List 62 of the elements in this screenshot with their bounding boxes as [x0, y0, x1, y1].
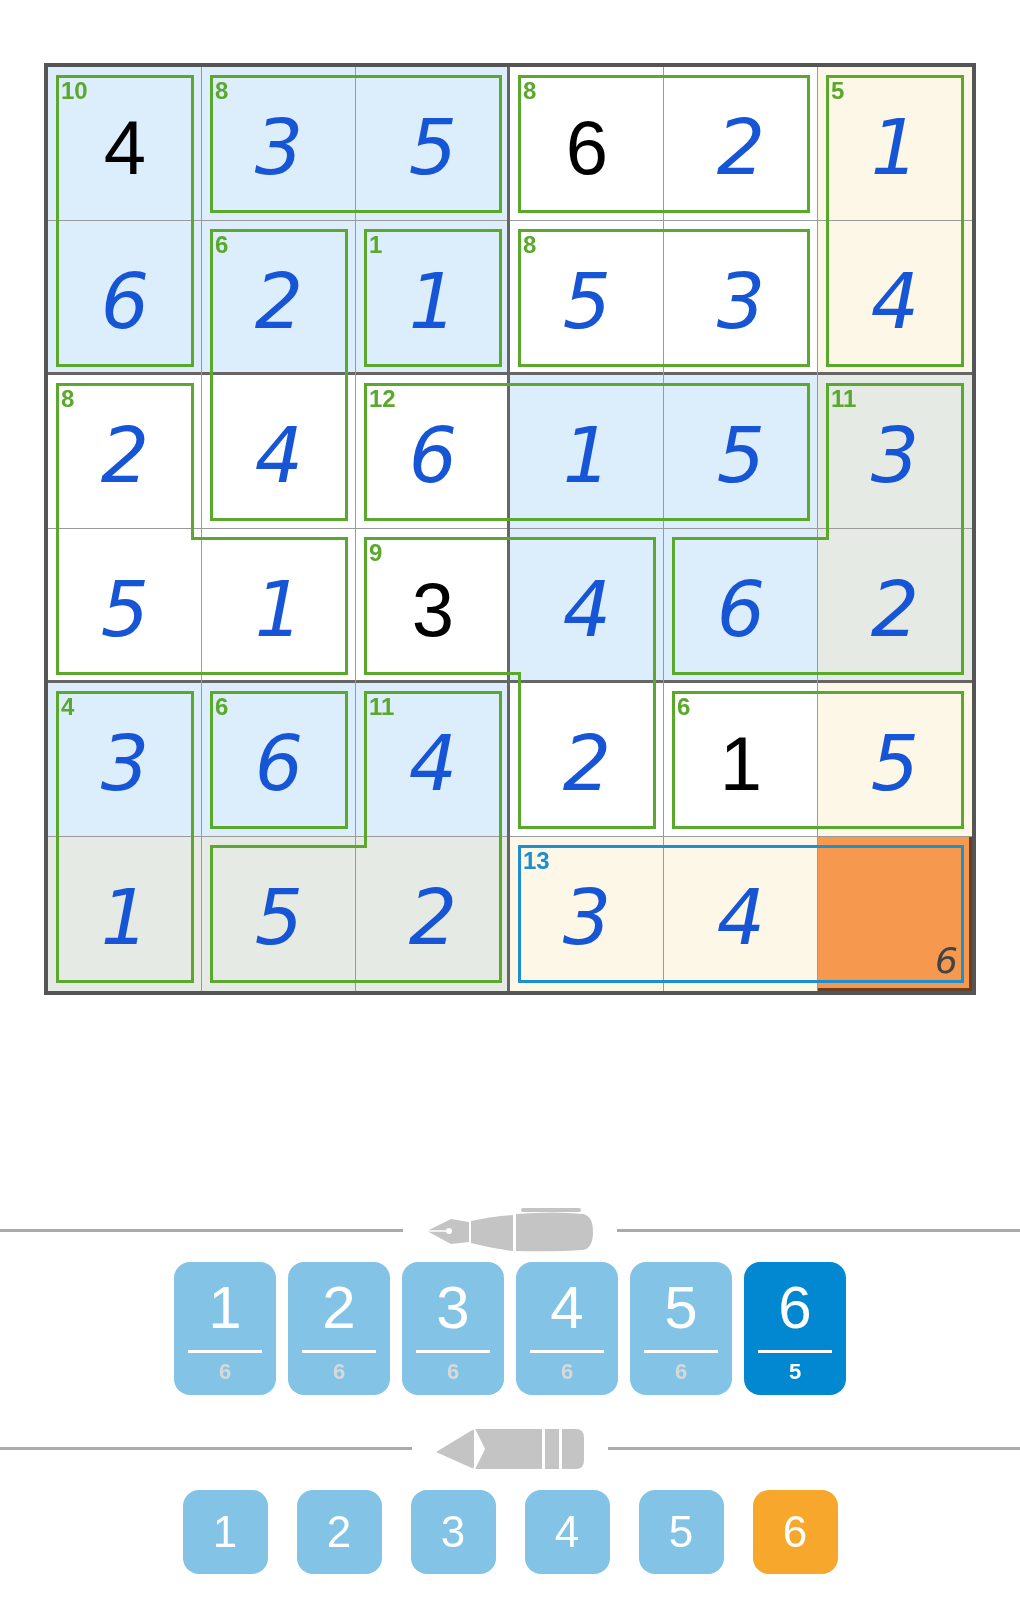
grid-cell[interactable]: 4: [510, 529, 664, 683]
grid-cell[interactable]: 1: [202, 529, 356, 683]
grid-cell[interactable]: 6 1: [664, 683, 818, 837]
grid-cell[interactable]: 4: [202, 375, 356, 529]
fountain-pen-icon: [425, 1206, 595, 1254]
grid-cell[interactable]: 4 3: [48, 683, 202, 837]
grid-cell[interactable]: 6: [664, 529, 818, 683]
cage-sum: 11: [369, 695, 395, 719]
grid-cell[interactable]: 13 3: [510, 837, 664, 991]
cage-sum: 9: [369, 541, 383, 565]
cage-sum: 4: [61, 695, 75, 719]
cage-sum: 8: [523, 79, 537, 103]
remaining-count: 6: [560, 1361, 574, 1383]
grid-cell[interactable]: 8 5: [510, 221, 664, 375]
grid-cell[interactable]: 11 4: [356, 683, 510, 837]
pencil-mark: 6: [935, 943, 958, 979]
remaining-count: 6: [446, 1361, 460, 1383]
cage-sum: 13: [523, 849, 550, 873]
cage-sum: 8: [61, 387, 75, 411]
grid-cell[interactable]: 2: [356, 837, 510, 991]
grid-cell[interactable]: 8 3: [202, 67, 356, 221]
cage-sum: 10: [61, 79, 88, 103]
grid-cell[interactable]: 2: [664, 67, 818, 221]
grid-cell[interactable]: 9 3: [356, 529, 510, 683]
grid-cell[interactable]: 6 6: [202, 683, 356, 837]
grid-cell[interactable]: 2: [818, 529, 972, 683]
grid-cell[interactable]: 5 1: [818, 67, 972, 221]
grid-cell[interactable]: 10 4: [48, 67, 202, 221]
cage-sum: 6: [677, 695, 691, 719]
cage-sum: 8: [523, 233, 537, 257]
pencil-icon: [434, 1426, 586, 1470]
grid-cell[interactable]: 3: [664, 221, 818, 375]
cage-sum: 8: [215, 79, 229, 103]
grid-cell[interactable]: 4: [664, 837, 818, 991]
grid-cell[interactable]: 6: [48, 221, 202, 375]
grid-cell[interactable]: 5: [818, 683, 972, 837]
cage-sum: 11: [831, 387, 857, 411]
grid-cell[interactable]: 1 1: [356, 221, 510, 375]
grid-cell[interactable]: 8 6: [510, 67, 664, 221]
remaining-count: 6: [674, 1361, 688, 1383]
grid-cell[interactable]: 6: [818, 837, 972, 991]
remaining-count: 5: [788, 1361, 802, 1383]
grid-cell[interactable]: 8 2: [48, 375, 202, 529]
grid-cell[interactable]: 5: [356, 67, 510, 221]
grid-cell[interactable]: 5: [202, 837, 356, 991]
grid-cell[interactable]: 4: [818, 221, 972, 375]
grid-cell[interactable]: 1: [510, 375, 664, 529]
cage-sum: 12: [369, 387, 396, 411]
remaining-count: 6: [332, 1361, 346, 1383]
grid-cell[interactable]: 12 6: [356, 375, 510, 529]
grid-cell[interactable]: 5: [664, 375, 818, 529]
cage-sum: 1: [369, 233, 383, 257]
cage-sum: 5: [831, 79, 845, 103]
digit-button[interactable]: 6 5: [744, 1262, 846, 1395]
grid-cell[interactable]: 2: [510, 683, 664, 837]
grid-cell[interactable]: 6 2: [202, 221, 356, 375]
remaining-count: 6: [218, 1361, 232, 1383]
cage-sum: 6: [215, 233, 229, 257]
cage-sum: 6: [215, 695, 229, 719]
grid-cell[interactable]: 1: [48, 837, 202, 991]
grid-cell[interactable]: 5: [48, 529, 202, 683]
grid-cell[interactable]: 11 3: [818, 375, 972, 529]
